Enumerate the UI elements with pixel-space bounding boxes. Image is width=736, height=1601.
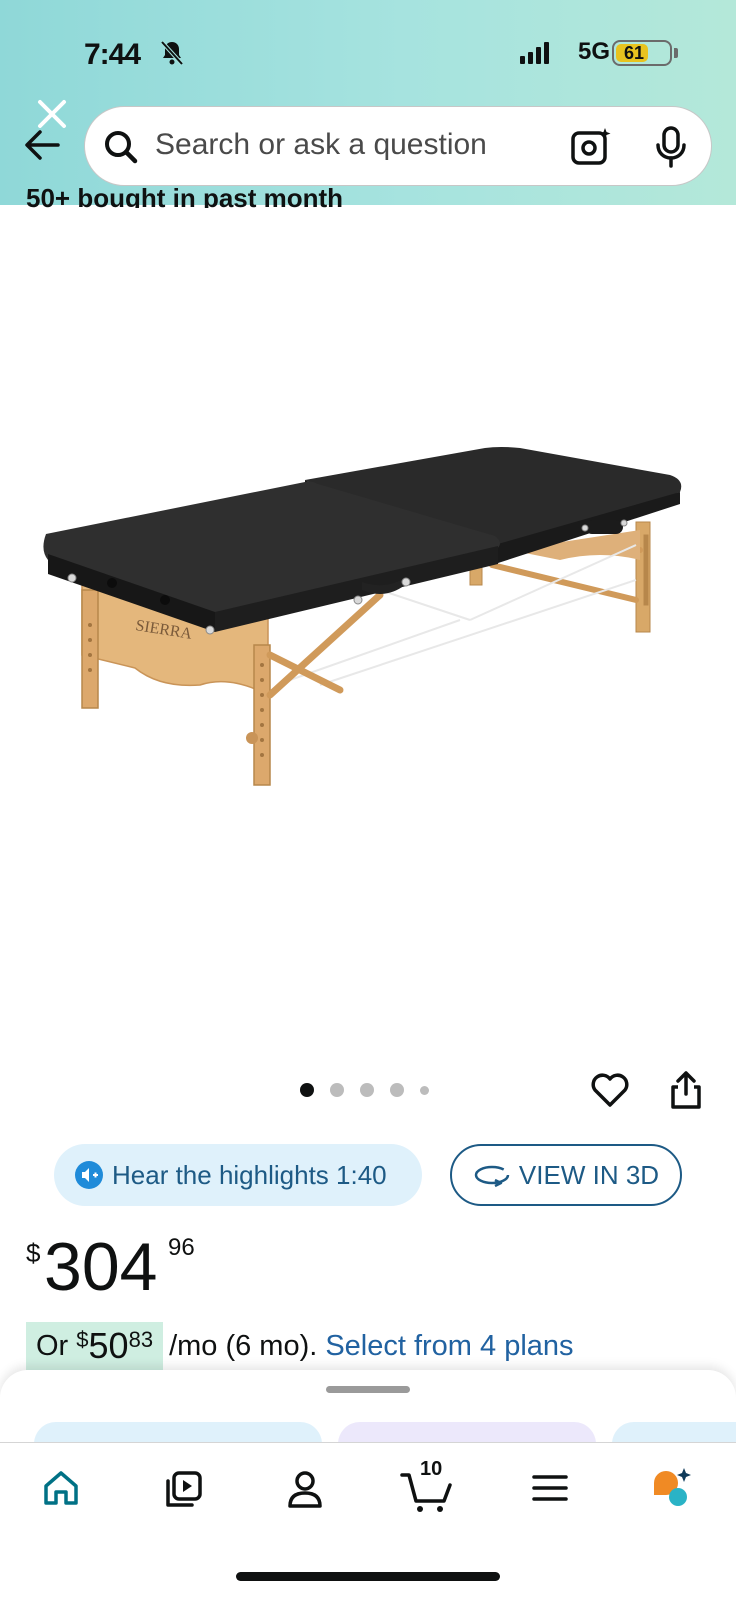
- price-currency: $: [26, 1238, 41, 1268]
- home-indicator[interactable]: [236, 1572, 500, 1581]
- rufus-icon[interactable]: [648, 1465, 692, 1509]
- installment-currency: $: [76, 1327, 89, 1352]
- battery-icon: 61: [612, 40, 672, 66]
- status-time: 7:44: [84, 38, 141, 71]
- bought-count-text: 50+ bought in past month: [26, 188, 344, 208]
- close-icon[interactable]: [36, 98, 68, 130]
- menu-icon[interactable]: [532, 1473, 568, 1503]
- carousel-dot[interactable]: [300, 1083, 314, 1097]
- back-arrow-icon[interactable]: [22, 128, 62, 162]
- app-header: 7:44 5G 61: [0, 0, 736, 205]
- search-icon: [105, 131, 138, 164]
- heart-icon[interactable]: [590, 1072, 630, 1108]
- carousel-dot[interactable]: [330, 1083, 344, 1097]
- image-carousel-dots[interactable]: [300, 1083, 429, 1097]
- view-in-3d-button[interactable]: VIEW IN 3D: [450, 1144, 682, 1206]
- speaker-icon: [75, 1161, 103, 1189]
- product-image[interactable]: SIERRA: [40, 440, 700, 810]
- sheet-card[interactable]: [34, 1422, 322, 1442]
- camera-icon[interactable]: [569, 125, 613, 169]
- installment-fraction: 83: [128, 1327, 154, 1352]
- installment-period: /mo (6 mo).: [169, 1329, 318, 1362]
- cart-count-badge: 10: [420, 1458, 443, 1480]
- rotate-3d-icon: [474, 1165, 510, 1188]
- sheet-card[interactable]: [338, 1422, 596, 1442]
- share-icon[interactable]: [668, 1070, 704, 1110]
- battery-nub: [674, 48, 678, 58]
- home-icon[interactable]: [42, 1469, 80, 1507]
- view-in-3d-label: VIEW IN 3D: [518, 1159, 660, 1190]
- hear-highlights-button[interactable]: Hear the highlights 1:40: [54, 1144, 422, 1206]
- carousel-dot[interactable]: [360, 1083, 374, 1097]
- installment-prefix: Or: [36, 1329, 77, 1362]
- video-icon[interactable]: [164, 1469, 204, 1509]
- carousel-dot[interactable]: [420, 1085, 429, 1095]
- sheet-card[interactable]: [612, 1422, 736, 1442]
- signal-icon: [520, 42, 549, 64]
- price-fraction: 96: [168, 1234, 195, 1261]
- installment-offer: Or $ 50 83 /mo (6 mo). Select from 4 pla…: [26, 1322, 574, 1370]
- microphone-icon[interactable]: [653, 125, 689, 169]
- price-whole: 304: [44, 1229, 158, 1305]
- installment-amount: Or $ 50 83: [26, 1322, 164, 1370]
- battery-level: 61: [623, 43, 645, 63]
- search-input[interactable]: [155, 125, 535, 165]
- carousel-dot[interactable]: [390, 1083, 404, 1097]
- account-icon[interactable]: [286, 1469, 324, 1509]
- bottom-sheet[interactable]: [0, 1370, 736, 1442]
- installment-whole: 50: [88, 1325, 129, 1366]
- sheet-drag-handle[interactable]: [326, 1386, 410, 1393]
- bell-slash-icon: [160, 40, 184, 66]
- search-bar[interactable]: [84, 106, 712, 186]
- select-plans-link[interactable]: Select from 4 plans: [325, 1330, 573, 1363]
- network-type: 5G: [578, 38, 611, 65]
- hear-highlights-label: Hear the highlights 1:40: [112, 1159, 387, 1190]
